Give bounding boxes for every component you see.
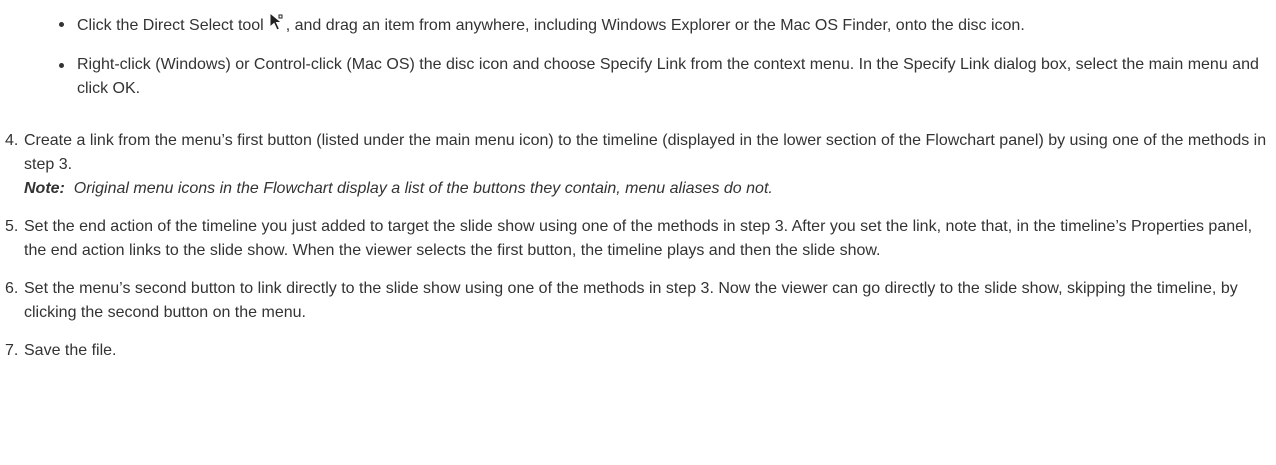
list-item: Click the Direct Select tool , and drag a… [59, 11, 1259, 38]
step-text: Set the menu’s second button to link dir… [24, 280, 1238, 321]
step-text: Create a link from the menu’s first butt… [24, 132, 1267, 173]
bullet-text-start: Click the Direct Select tool [77, 17, 264, 34]
step-number: 6. [5, 280, 19, 297]
bullet-text: Right-click (Windows) or Control-click (… [77, 56, 1259, 97]
step-number: 4. [5, 132, 19, 149]
bullet-text-end: , and drag an item from anywhere, includ… [285, 17, 1025, 34]
step-number: 5. [5, 218, 19, 235]
direct-select-cursor-icon [267, 11, 285, 32]
method-list: Click the Direct Select tool , and drag a… [59, 11, 1259, 116]
step-item: 4. Create a link from the menu’s first b… [0, 129, 1276, 201]
step-text: Save the file. [24, 342, 117, 359]
document-body: Click the Direct Select tool , and drag a… [0, 0, 1276, 465]
note-label: Note: [24, 180, 65, 197]
note-text: Original menu icons in the Flowchart dis… [73, 180, 773, 197]
note: Note: Original menu icons in the Flowcha… [24, 180, 773, 197]
bullet-marker [59, 22, 64, 27]
bullet-marker [59, 63, 64, 68]
step-item: 6. Set the menu’s second button to link … [0, 277, 1276, 325]
step-number: 7. [5, 342, 19, 359]
step-item: 7. Save the file. [0, 339, 1276, 363]
step-item: 5. Set the end action of the timeline yo… [0, 215, 1276, 263]
step-list: 4. Create a link from the menu’s first b… [0, 129, 1276, 377]
step-text: Set the end action of the timeline you j… [24, 218, 1253, 259]
list-item: Right-click (Windows) or Control-click (… [59, 53, 1259, 101]
